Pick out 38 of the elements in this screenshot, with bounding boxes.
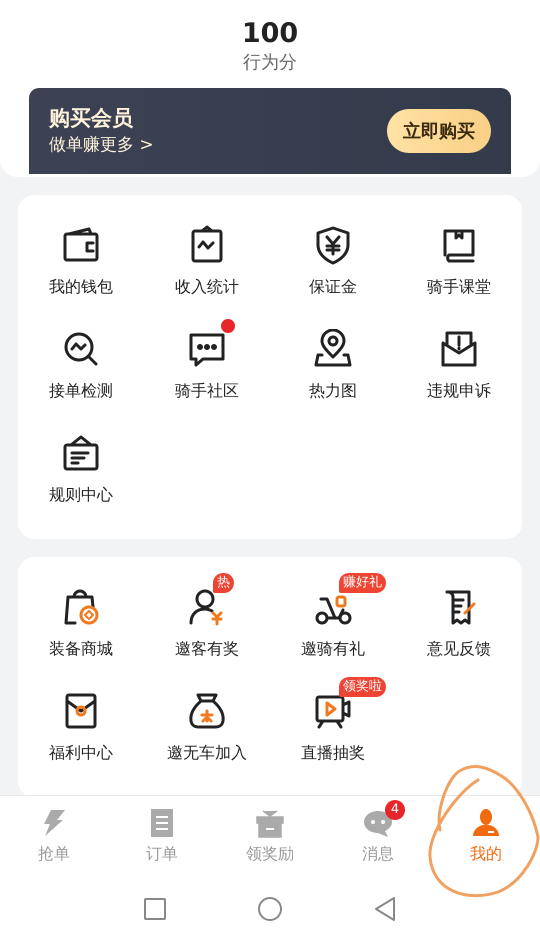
tab[interactable]: 4 消息 xyxy=(324,796,432,876)
mail-alert-icon xyxy=(439,329,479,369)
menu-item[interactable]: 邀骑有礼 xyxy=(301,639,365,660)
signboard-icon xyxy=(61,433,101,473)
menu-item[interactable]: 我的钱包 xyxy=(49,277,113,298)
chat-icon xyxy=(363,808,393,838)
score-value: 100 xyxy=(242,18,298,50)
menu-item[interactable]: 接单检测 xyxy=(49,381,113,402)
menu-item[interactable]: 骑手社区 xyxy=(175,381,239,402)
menu-item[interactable]: 装备商城 xyxy=(49,639,113,660)
gift-icon xyxy=(255,808,285,838)
promo-tag: 热 xyxy=(213,573,234,593)
menu-item[interactable]: 福利中心 xyxy=(49,743,113,764)
map-pin-icon xyxy=(313,329,353,369)
buy-button[interactable]: 立即购买 xyxy=(387,109,491,153)
score-label: 行为分 xyxy=(243,51,297,75)
menu-item[interactable]: 直播抽奖 xyxy=(301,743,365,764)
menu-item[interactable]: 保证金 xyxy=(309,277,357,298)
menu-item[interactable]: 违规申诉 xyxy=(427,381,491,402)
back-icon[interactable] xyxy=(373,896,397,922)
menu-item[interactable]: 邀无车加入 xyxy=(167,743,247,764)
promo-tag: 领奖啦 xyxy=(339,677,386,697)
menu-item[interactable]: 收入统计 xyxy=(175,277,239,298)
person-icon xyxy=(471,808,501,838)
banner-subtitle[interactable]: 做单赚更多 > xyxy=(49,132,154,158)
banner-title: 购买会员 xyxy=(49,105,134,132)
count-badge: 4 xyxy=(385,800,405,820)
promo-tag: 赚好礼 xyxy=(339,573,386,593)
membership-banner[interactable]: 购买会员 做单赚更多 > 立即购买 xyxy=(29,88,511,174)
menu-item[interactable]: 邀客有奖 xyxy=(175,639,239,660)
menu-item[interactable]: 骑手课堂 xyxy=(427,277,491,298)
home-icon[interactable] xyxy=(257,896,283,922)
notification-dot xyxy=(221,319,235,333)
recent-apps-icon[interactable] xyxy=(143,896,167,920)
menu-item[interactable]: 热力图 xyxy=(309,381,357,402)
menu-item[interactable]: 意见反馈 xyxy=(427,639,491,660)
menu-item[interactable]: 规则中心 xyxy=(49,485,113,506)
money-bag-icon xyxy=(187,691,227,731)
